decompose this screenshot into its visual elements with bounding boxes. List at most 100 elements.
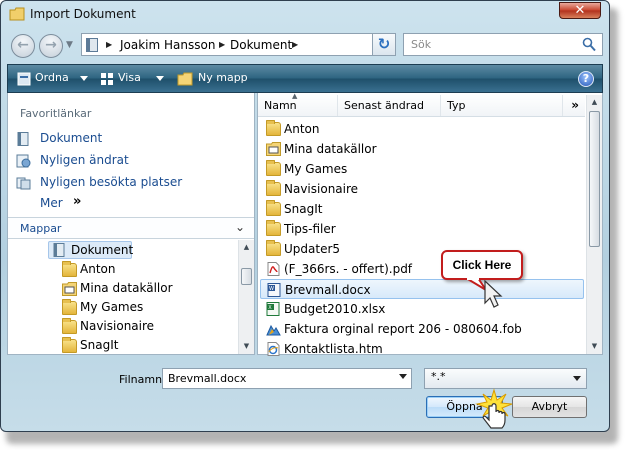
column-header-row: ▲ Namn Senast ändrad Typ »: [258, 92, 585, 117]
new-folder-button[interactable]: Ny mapp: [198, 71, 248, 84]
excel-document-icon: X: [266, 302, 280, 316]
organize-button[interactable]: Ordna: [35, 71, 69, 84]
breadcrumb-dokument[interactable]: Dokument: [230, 38, 292, 52]
svg-text:X: X: [268, 305, 272, 311]
folder-icon: [266, 120, 281, 136]
file-row-budget-xlsx[interactable]: X Budget2010.xlsx: [260, 299, 584, 319]
column-header-type[interactable]: Typ: [441, 95, 563, 116]
column-label: Senast ändrad: [344, 99, 424, 112]
tree-label: My Games: [80, 300, 144, 314]
pdf-icon: [267, 262, 280, 276]
navigation-pane: Favoritlänkar Dokument Nyligen ändrat Ny…: [7, 93, 255, 355]
file-list-pane: ▲ Namn Senast ändrad Typ » Anton Mina da…: [257, 92, 603, 356]
search-input[interactable]: Sök: [403, 33, 603, 56]
scroll-up-icon[interactable]: ▲: [587, 95, 602, 109]
column-header-modified[interactable]: Senast ändrad: [338, 95, 441, 116]
back-arrow-icon: ←: [17, 37, 29, 53]
filename-combobox[interactable]: Brevmall.docx: [162, 368, 412, 389]
views-button[interactable]: Visa: [118, 71, 141, 84]
close-button[interactable]: ✕: [559, 2, 601, 19]
file-type-dropdown-icon[interactable]: [573, 376, 581, 381]
cancel-button[interactable]: Avbryt: [512, 396, 587, 418]
folders-scrollbar[interactable]: ▲ ▼: [238, 240, 254, 354]
folder-tree-item-navisionaire[interactable]: Navisionaire: [56, 317, 226, 335]
recent-pages-dropdown-icon[interactable]: ▼: [66, 40, 73, 50]
command-toolbar: Ordna Visa Ny mapp ?: [7, 64, 603, 93]
folder-tree-item-anton[interactable]: Anton: [56, 260, 226, 278]
filename-value: Brevmall.docx: [168, 372, 247, 385]
help-icon[interactable]: ?: [578, 71, 594, 87]
views-icon: [101, 73, 113, 85]
window-title: Import Dokument: [30, 7, 136, 21]
scroll-up-icon[interactable]: ▲: [239, 240, 254, 254]
favorites-title: Favoritlänkar: [20, 107, 92, 120]
file-row-brevmall-docx[interactable]: W Brevmall.docx: [260, 279, 584, 299]
folders-header[interactable]: Mappar ⌄: [8, 217, 254, 239]
tree-label: Dokument: [71, 243, 134, 257]
file-list-scrollbar[interactable]: ▲ ▼: [586, 95, 602, 354]
html-file-icon: [267, 342, 280, 356]
views-dropdown-icon[interactable]: [156, 76, 164, 81]
file-type-select[interactable]: *.*: [424, 368, 587, 389]
data-sources-icon: [62, 282, 77, 296]
file-name: Brevmall.docx: [285, 283, 371, 297]
cancel-button-label: Avbryt: [531, 400, 568, 413]
filename-dropdown-icon[interactable]: [399, 374, 407, 379]
scroll-thumb[interactable]: [241, 268, 252, 285]
data-sources-icon: [266, 142, 281, 156]
file-row-offert-pdf[interactable]: (F_366rs. - offert).pdf: [260, 259, 584, 279]
file-row-navisionaire[interactable]: Navisionaire: [260, 179, 584, 199]
svg-text:W: W: [269, 286, 274, 292]
file-name: Mina datakällor: [284, 142, 377, 156]
column-header-name[interactable]: ▲ Namn: [258, 92, 338, 116]
refresh-icon: ↻: [377, 35, 391, 53]
file-name: Anton: [284, 122, 320, 136]
file-row-snagit[interactable]: SnagIt: [260, 199, 584, 219]
close-icon: ✕: [574, 3, 586, 18]
file-row-mina-datakallor[interactable]: Mina datakällor: [260, 139, 584, 159]
scroll-down-icon[interactable]: ▼: [239, 339, 254, 353]
folder-icon: [266, 240, 281, 256]
scroll-down-icon[interactable]: ▼: [587, 339, 602, 353]
file-row-my-games[interactable]: My Games: [260, 159, 584, 179]
breadcrumb-separator-icon[interactable]: ▶: [106, 40, 112, 49]
favorite-label: Dokument: [40, 131, 103, 145]
refresh-button[interactable]: ↻: [372, 33, 396, 56]
file-row-faktura-fob[interactable]: Faktura orginal report 206 - 080604.fob: [260, 319, 584, 339]
breadcrumb-separator-icon[interactable]: ▶: [292, 40, 298, 49]
folder-tree-item-my-games[interactable]: My Games: [56, 298, 226, 316]
file-name: Faktura orginal report 206 - 080604.fob: [284, 322, 522, 336]
search-icon[interactable]: [582, 37, 596, 52]
scroll-thumb[interactable]: [589, 111, 600, 247]
title-bar[interactable]: Import Dokument ✕: [1, 1, 609, 27]
filename-label: Filnamn:: [119, 373, 166, 386]
word-document-icon: W: [267, 283, 281, 297]
file-name: Navisionaire: [284, 182, 359, 196]
file-name: SnagIt: [284, 202, 323, 216]
organize-dropdown-icon[interactable]: [80, 76, 88, 81]
file-row-tips-filer[interactable]: Tips-filer: [260, 219, 584, 239]
file-row-updater5[interactable]: Updater5: [260, 239, 584, 259]
folder-icon: [62, 337, 77, 353]
click-here-callout: Click Here: [441, 250, 523, 280]
file-row-anton[interactable]: Anton: [260, 119, 584, 139]
recent-changes-icon: [16, 154, 31, 168]
breadcrumb-separator-icon[interactable]: ▶: [219, 40, 225, 49]
file-name: Kontaktlista.htm: [284, 342, 383, 356]
callout-text: Click Here: [452, 258, 512, 272]
favorite-label: Nyligen ändrat: [40, 153, 129, 167]
file-name: My Games: [284, 162, 348, 176]
forward-button[interactable]: →: [39, 34, 63, 58]
file-row-kontaktlista-htm[interactable]: Kontaktlista.htm: [260, 339, 584, 359]
address-bar[interactable]: ▶ Joakim Hansson ▶ Dokument ▶: [81, 33, 396, 56]
file-name: Tips-filer: [284, 222, 336, 236]
back-button[interactable]: ←: [11, 34, 35, 58]
more-columns-icon[interactable]: »: [571, 98, 579, 112]
folder-tree-item-dokument[interactable]: Dokument: [48, 241, 134, 259]
tree-label: Anton: [80, 262, 116, 276]
breadcrumb-joakim-hansson[interactable]: Joakim Hansson: [120, 38, 215, 52]
folder-tree-item-snagit[interactable]: SnagIt: [56, 336, 226, 354]
organize-icon: [17, 72, 31, 86]
tree-label: Navisionaire: [80, 319, 155, 333]
folder-tree-item-mina-datakallor[interactable]: Mina datakällor: [56, 279, 226, 297]
